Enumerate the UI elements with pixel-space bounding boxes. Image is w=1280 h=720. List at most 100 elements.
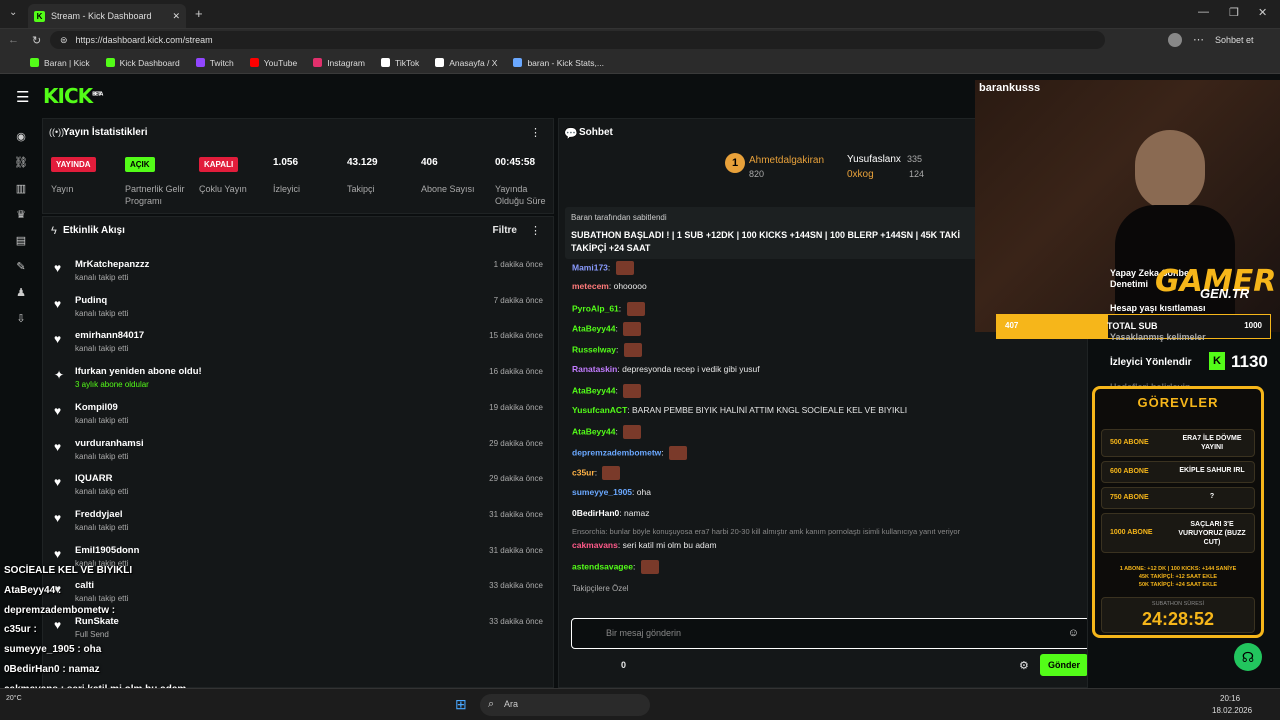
- chat-username[interactable]: depremzadembometw: [572, 447, 661, 457]
- bookmark-item[interactable]: YouTube: [249, 58, 297, 68]
- activity-more-icon[interactable]: ⋮: [530, 224, 541, 237]
- kick-logo[interactable]: KICKBETA: [43, 84, 103, 108]
- activity-row[interactable]: ♥ vurduranhamsi kanalı takip etti 29 dakika…: [43, 434, 553, 469]
- points-count: 0: [621, 660, 627, 670]
- taskbar-search[interactable]: ⌕ Ara: [480, 694, 650, 716]
- chat-username[interactable]: Mami173: [572, 262, 608, 272]
- activity-row[interactable]: ♥ MrKatchepanzzz kanalı takip etti 1 dakika…: [43, 255, 553, 290]
- chat-username[interactable]: AtaBeyy44: [572, 426, 615, 436]
- heart-icon: ♥: [54, 439, 62, 454]
- bookmark-item[interactable]: Anasayfa / X: [435, 58, 497, 68]
- chat-colon: :: [632, 561, 638, 572]
- url-field[interactable]: ⊜ https://dashboard.kick.com/stream: [50, 31, 1105, 49]
- activity-sub: Full Send: [75, 630, 109, 639]
- activity-row[interactable]: ♥ IQUARR kanalı takip etti 29 dakika önce: [43, 469, 553, 504]
- activity-row[interactable]: ♥ Pudinq kanalı takip etti 7 dakika önce: [43, 291, 553, 326]
- windows-start-icon[interactable]: ⊞: [455, 696, 467, 713]
- hamburger-menu-icon[interactable]: ☰: [16, 88, 29, 106]
- chat-username[interactable]: metecem: [572, 281, 609, 291]
- kick-favicon-icon: K: [34, 10, 45, 22]
- menu-account-age[interactable]: Hesap yaşı kısıtlaması: [1110, 303, 1206, 313]
- analytics-icon[interactable]: ▥: [14, 182, 28, 196]
- wrench-icon[interactable]: ✎: [14, 260, 28, 274]
- maximize-icon[interactable]: ❐: [1229, 6, 1239, 19]
- profile-avatar[interactable]: [1168, 33, 1182, 47]
- chat-message[interactable]: astendsavagee:: [572, 560, 659, 574]
- download-icon[interactable]: ⇩: [14, 312, 28, 326]
- chat-message[interactable]: AtaBeyy44:: [572, 425, 642, 439]
- twitter-handle: barankusss: [979, 82, 1041, 94]
- chat-message[interactable]: 0BedirHan0: namaz: [572, 508, 650, 518]
- menu-redirect[interactable]: İzleyici Yönlendir: [1110, 357, 1192, 368]
- chat-username[interactable]: YusufcanACT: [572, 405, 627, 415]
- pinned-message[interactable]: Baran tarafından sabitlendi SUBATHON BAŞ…: [565, 207, 981, 259]
- stats-more-icon[interactable]: ⋮: [530, 126, 541, 139]
- chat-username[interactable]: Russelway: [572, 344, 616, 354]
- copilot-button[interactable]: Sohbet et: [1215, 35, 1254, 45]
- close-window-icon[interactable]: ✕: [1258, 6, 1267, 19]
- leader-name[interactable]: Ahmetdalgakiran: [749, 155, 824, 166]
- trophy-icon[interactable]: ♛: [14, 208, 28, 222]
- menu-banned-words[interactable]: Yasaklanmış kelimeler: [1110, 332, 1206, 342]
- layout-icon[interactable]: ▤: [14, 234, 28, 248]
- chat-username[interactable]: 0BedirHan0: [572, 508, 619, 518]
- chat-message[interactable]: sumeyye_1905: oha: [572, 487, 651, 497]
- chat-username[interactable]: cakmavans: [572, 540, 618, 550]
- chat-message[interactable]: PyroAlp_61:: [572, 302, 645, 316]
- chat-username[interactable]: c35ur: [572, 467, 595, 477]
- close-tab-icon[interactable]: ✕: [172, 11, 180, 22]
- chat-message[interactable]: c35ur:: [572, 466, 621, 480]
- emoji-icon[interactable]: ☺: [1068, 627, 1079, 639]
- bookmark-item[interactable]: Instagram: [313, 58, 365, 68]
- chat-message[interactable]: Russelway:: [572, 343, 642, 357]
- chat-message[interactable]: Mami173:: [572, 261, 634, 275]
- minimize-icon[interactable]: —: [1198, 6, 1209, 18]
- activity-row[interactable]: ♥ emirhann84017 kanalı takip etti 15 dakika…: [43, 326, 553, 361]
- weather-text[interactable]: 20°C: [6, 695, 22, 702]
- rule-line: 45K TAKİPÇİ: +12 SAAT EKLE: [1138, 574, 1218, 580]
- broadcast-icon[interactable]: ◉: [14, 130, 28, 144]
- chat-message[interactable]: Ranataskin: depresyonda recep i vedik gi…: [572, 364, 760, 374]
- bookmark-item[interactable]: Baran | Kick: [30, 58, 90, 68]
- site-info-icon[interactable]: ⊜: [60, 35, 68, 46]
- activity-name: calti: [75, 580, 95, 592]
- tab-list-icon[interactable]: ⌄: [9, 7, 17, 18]
- chat-message[interactable]: cakmavans: seri katil mi olm bu adam: [572, 540, 717, 550]
- chat-message[interactable]: AtaBeyy44:: [572, 322, 642, 336]
- activity-row[interactable]: ♥ calti kanalı takip etti 33 dakika önce: [43, 576, 553, 611]
- chat-username[interactable]: AtaBeyy44: [572, 385, 615, 395]
- leader-name[interactable]: Yusufaslanx: [847, 154, 901, 165]
- settings-gear-icon[interactable]: ⚙: [1019, 659, 1029, 672]
- link-icon[interactable]: ⛓: [14, 156, 28, 170]
- more-icon[interactable]: ⋯: [1193, 33, 1204, 46]
- chat-username[interactable]: AtaBeyy44: [572, 323, 615, 333]
- refresh-icon[interactable]: ↻: [32, 34, 41, 47]
- activity-row[interactable]: ✦ Ifurkan yeniden abone oldu! 3 aylık abon…: [43, 362, 553, 397]
- chat-username[interactable]: Ranataskin: [572, 364, 617, 374]
- chat-message[interactable]: AtaBeyy44:: [572, 384, 642, 398]
- bookmark-item[interactable]: Twitch: [195, 58, 234, 68]
- bookmark-item[interactable]: Kick Dashboard: [105, 58, 180, 68]
- chat-username[interactable]: PyroAlp_61: [572, 303, 619, 313]
- activity-row[interactable]: ♥ RunSkate Full Send 33 dakika önce: [43, 612, 553, 647]
- back-icon[interactable]: ←: [8, 34, 19, 46]
- chat-message[interactable]: metecem: ohooooo: [572, 281, 647, 291]
- filter-button[interactable]: Filtre: [493, 225, 517, 236]
- activity-row[interactable]: ♥ Kompil09 kanalı takip etti 19 dakika önce: [43, 398, 553, 433]
- new-tab-icon[interactable]: +: [195, 6, 203, 21]
- bookmark-item[interactable]: baran - Kick Stats,...: [513, 58, 604, 68]
- chat-username[interactable]: sumeyye_1905: [572, 487, 632, 497]
- goal-right: EKİPLE SAHUR IRL: [1179, 467, 1245, 474]
- chat-message[interactable]: YusufcanACT: BARAN PEMBE BIYIK HALİNİ AT…: [572, 405, 907, 415]
- send-button[interactable]: Gönder: [1040, 654, 1087, 676]
- message-input[interactable]: Bir mesaj gönderin ☺: [571, 618, 1087, 649]
- bookmark-item[interactable]: TikTok: [380, 58, 419, 68]
- headset-icon[interactable]: ☊: [1234, 643, 1262, 671]
- leader-name[interactable]: 0xkog: [847, 169, 874, 180]
- chat-message[interactable]: depremzadembometw:: [572, 446, 688, 460]
- users-icon[interactable]: ♟: [14, 286, 28, 300]
- chat-colon: :: [594, 467, 600, 478]
- browser-tab[interactable]: K Stream - Kick Dashboard ✕: [28, 4, 186, 28]
- chat-username[interactable]: astendsavagee: [572, 561, 633, 571]
- activity-row[interactable]: ♥ Freddyjael kanalı takip etti 31 dakika ön…: [43, 505, 553, 540]
